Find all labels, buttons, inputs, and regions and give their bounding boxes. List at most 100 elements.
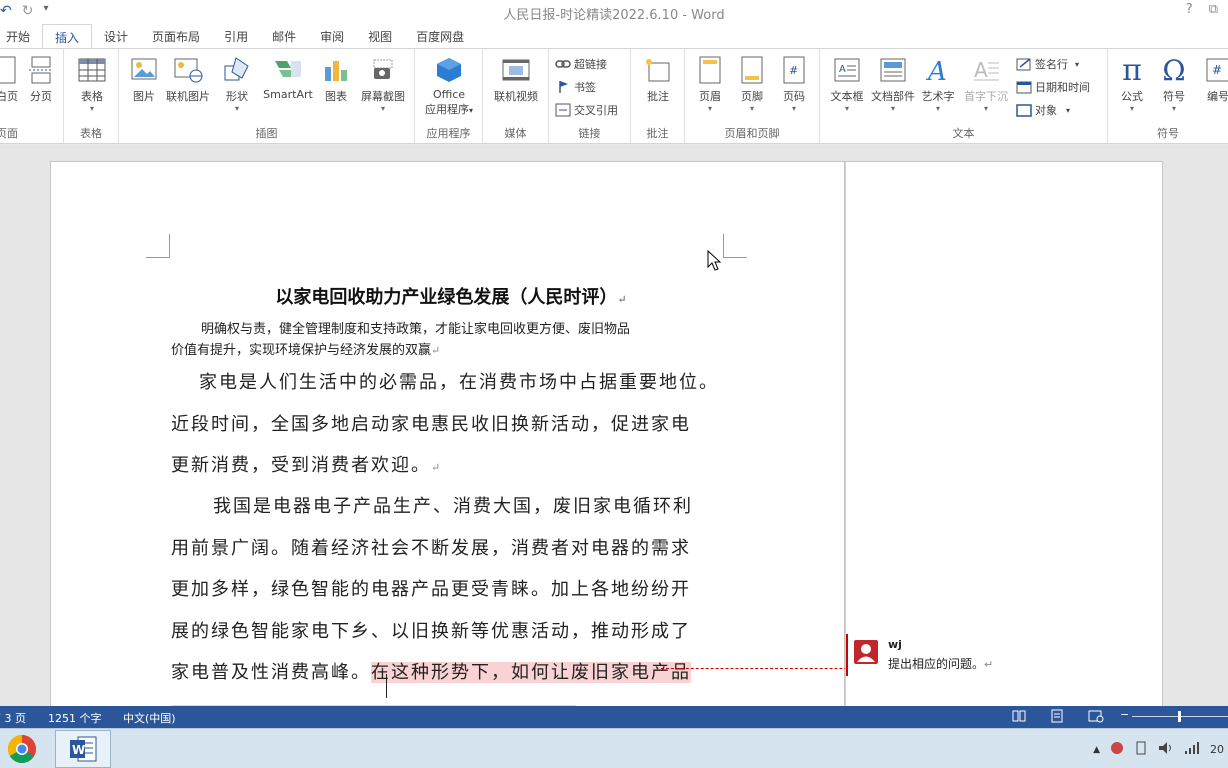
paragraph-mark: ↵ bbox=[617, 293, 627, 306]
tab-review[interactable]: 审阅 bbox=[308, 24, 356, 48]
office-apps-button[interactable]: Office 应用程序▾ bbox=[417, 55, 481, 117]
bookmark-button[interactable]: 书签 bbox=[555, 79, 596, 95]
text-line: 更新消费，受到消费者欢迎。 bbox=[171, 455, 431, 476]
ribbon: 白页 分页 页面 表格 ▾ 表格 图片 联机图片 形状 ▾ SmartArt 图… bbox=[0, 48, 1228, 144]
footer-button[interactable]: 页脚 ▾ bbox=[731, 55, 773, 114]
group-label: 应用程序 bbox=[426, 127, 471, 140]
help-icon[interactable]: ? bbox=[1186, 2, 1193, 17]
word-taskbar-button[interactable]: W bbox=[55, 730, 111, 768]
picture-button[interactable]: 图片 bbox=[127, 55, 161, 104]
screenshot-button[interactable]: 屏幕截图 ▾ bbox=[355, 55, 411, 114]
volume-icon[interactable] bbox=[1158, 741, 1174, 758]
header-button[interactable]: 页眉 ▾ bbox=[689, 55, 731, 114]
online-video-button[interactable]: 联机视频 bbox=[489, 55, 543, 104]
zoom-slider-thumb[interactable] bbox=[1178, 711, 1181, 722]
document-area[interactable]: 以家电回收助力产业绿色发展（人民时评）↵ 明确权与责，健全管理制度和支持政策，才… bbox=[0, 145, 1228, 706]
bookmark-icon bbox=[555, 80, 571, 94]
group-label: 文本 bbox=[952, 127, 975, 140]
paragraph-mark: ↵ bbox=[431, 461, 441, 474]
shapes-icon bbox=[222, 55, 252, 85]
clock[interactable]: 20 bbox=[1210, 743, 1224, 756]
online-picture-icon bbox=[173, 55, 203, 85]
title-bar: ↶ ↻ ▾ 人民日报-时论精读2022.6.10 - Word ? ⧉ bbox=[0, 0, 1228, 24]
svg-text:#: # bbox=[1212, 63, 1222, 77]
zoom-out-button[interactable]: − bbox=[1120, 708, 1129, 721]
ribbon-display-icon[interactable]: ⧉ bbox=[1209, 2, 1218, 17]
table-icon bbox=[77, 55, 107, 85]
tab-view[interactable]: 视图 bbox=[356, 24, 404, 48]
tray-expand-icon[interactable]: ▲ bbox=[1093, 745, 1100, 755]
chrome-taskbar-button[interactable] bbox=[0, 730, 50, 768]
footer-icon bbox=[737, 55, 767, 85]
word-count[interactable]: 1251 个字 bbox=[48, 710, 102, 726]
textbox-button[interactable]: A 文本框 ▾ bbox=[824, 55, 870, 114]
tab-home[interactable]: 开始 bbox=[0, 24, 42, 48]
web-layout-icon[interactable] bbox=[1088, 709, 1104, 726]
group-label: 符号 bbox=[1157, 127, 1179, 140]
tab-design[interactable]: 设计 bbox=[92, 24, 140, 48]
group-comments: 批注 批注 bbox=[631, 49, 685, 143]
page-number-icon: # bbox=[779, 55, 809, 85]
taskbar: W ▲ 20 bbox=[0, 728, 1228, 768]
blank-page-button[interactable]: 白页 bbox=[0, 55, 22, 104]
group-pages: 白页 分页 页面 bbox=[0, 49, 64, 143]
tab-page-layout[interactable]: 页面布局 bbox=[140, 24, 212, 48]
document-page[interactable]: 以家电回收助力产业绿色发展（人民时评）↵ 明确权与责，健全管理制度和支持政策，才… bbox=[50, 161, 897, 706]
page-number-button[interactable]: # 页码 ▾ bbox=[773, 55, 815, 114]
textbox-icon: A bbox=[832, 55, 862, 85]
comment-icon bbox=[643, 55, 673, 85]
signature-line-button[interactable]: 签名行 ▾ bbox=[1016, 56, 1079, 72]
security-icon[interactable] bbox=[1110, 741, 1124, 758]
group-label: 链接 bbox=[578, 127, 601, 140]
quick-parts-button[interactable]: 文档部件 ▾ bbox=[868, 55, 918, 114]
paragraph-1: 家电是人们生活中的必需品，在消费市场中占据重要地位。 近段时间，全国多地启动家电… bbox=[171, 362, 761, 489]
paragraph-mark: ↵ bbox=[431, 344, 441, 357]
print-layout-icon[interactable] bbox=[1050, 709, 1064, 726]
read-mode-icon[interactable] bbox=[1012, 709, 1026, 726]
hyperlink-button[interactable]: 超链接 bbox=[555, 56, 607, 72]
picture-icon bbox=[129, 55, 159, 85]
group-text: A 文本框 ▾ 文档部件 ▾ A 艺术字 ▾ A 首字下沉 ▾ 签名行 ▾ 日期和… bbox=[820, 49, 1108, 143]
table-button[interactable]: 表格 ▾ bbox=[74, 55, 110, 114]
screenshot-icon bbox=[368, 55, 398, 85]
action-center-icon[interactable] bbox=[1134, 741, 1148, 758]
page-break-icon bbox=[26, 55, 56, 85]
smartart-button[interactable]: SmartArt bbox=[257, 55, 319, 101]
shapes-button[interactable]: 形状 ▾ bbox=[217, 55, 257, 114]
group-label: 页眉和页脚 bbox=[724, 127, 780, 140]
comment-author: wj bbox=[888, 638, 902, 651]
language-indicator[interactable]: 中文(中国) bbox=[123, 710, 176, 726]
svg-text:A: A bbox=[974, 58, 988, 82]
symbol-button[interactable]: Ω 符号 ▾ bbox=[1156, 53, 1192, 114]
avatar bbox=[854, 640, 878, 664]
article-title: 以家电回收助力产业绿色发展（人民时评）↵ bbox=[275, 287, 627, 308]
tab-baidu-netdisk[interactable]: 百度网盘 bbox=[404, 24, 476, 48]
system-tray: ▲ 20 bbox=[1093, 741, 1228, 758]
cross-reference-button[interactable]: 交叉引用 bbox=[555, 102, 618, 118]
network-icon[interactable] bbox=[1184, 741, 1200, 758]
object-button[interactable]: 对象 ▾ bbox=[1016, 102, 1070, 118]
tab-insert[interactable]: 插入 bbox=[42, 24, 93, 48]
tab-mailings[interactable]: 邮件 bbox=[260, 24, 308, 48]
page-break-button[interactable]: 分页 bbox=[26, 55, 56, 104]
office-store-icon bbox=[434, 55, 464, 85]
equation-button[interactable]: π 公式 ▾ bbox=[1114, 53, 1150, 114]
wordart-button[interactable]: A 艺术字 ▾ bbox=[918, 55, 958, 114]
article-subtitle: 明确权与责，健全管理制度和支持政策，才能让家电回收更方便、废旧物品 价值有提升，… bbox=[171, 322, 631, 358]
mouse-pointer-icon bbox=[707, 249, 722, 275]
commented-text[interactable]: 在这种形势下，如何让废旧家电产品 bbox=[371, 662, 691, 683]
date-time-button[interactable]: 日期和时间 bbox=[1016, 79, 1090, 95]
drop-cap-button[interactable]: A 首字下沉 ▾ bbox=[960, 55, 1012, 114]
number-button[interactable]: # 编号 bbox=[1200, 55, 1228, 104]
new-comment-button[interactable]: 批注 bbox=[639, 55, 677, 104]
margin-corner-mark bbox=[723, 234, 747, 258]
comment-text[interactable]: 提出相应的问题。↵ bbox=[888, 655, 993, 672]
group-symbols: π 公式 ▾ Ω 符号 ▾ # 编号 符号 bbox=[1108, 49, 1228, 143]
tab-references[interactable]: 引用 bbox=[212, 24, 260, 48]
chrome-icon bbox=[8, 735, 36, 763]
text-line: 展的绿色智能家电下乡、以旧换新等优惠活动，推动形成了 bbox=[171, 620, 691, 642]
online-picture-button[interactable]: 联机图片 bbox=[163, 55, 213, 104]
chart-button[interactable]: 图表 bbox=[319, 55, 353, 104]
omega-icon: Ω bbox=[1162, 53, 1186, 87]
page-count[interactable]: 第 3 页 bbox=[0, 710, 26, 726]
